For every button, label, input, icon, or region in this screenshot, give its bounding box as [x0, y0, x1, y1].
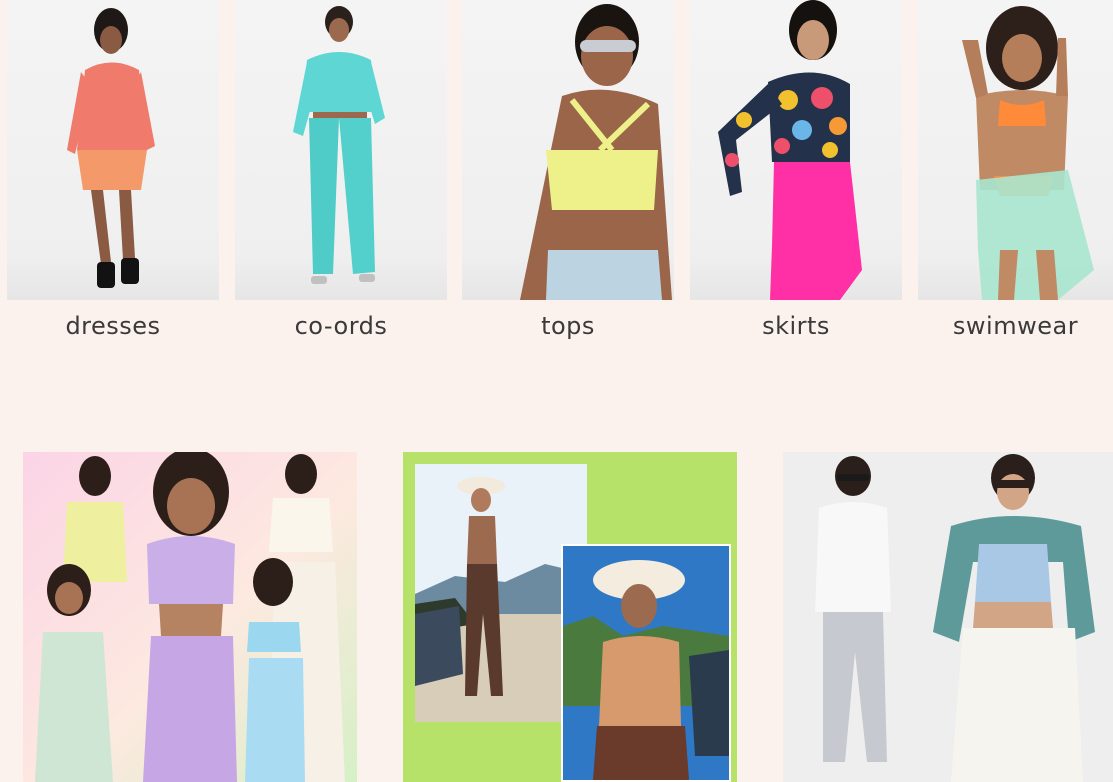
category-label-tops[interactable]: tops — [462, 312, 674, 340]
dresses-image[interactable] — [7, 0, 219, 300]
co-ords-image[interactable] — [235, 0, 447, 300]
category-row: dresses co-ords tops skirts swimwear — [0, 0, 1113, 360]
collage-photo-front — [561, 544, 731, 782]
category-label-co-ords[interactable]: co-ords — [235, 312, 447, 340]
category-card-dresses[interactable]: dresses — [7, 0, 219, 340]
category-card-co-ords[interactable]: co-ords — [235, 0, 447, 340]
promo-image-desert-collage[interactable] — [403, 452, 737, 782]
category-label-dresses[interactable]: dresses — [7, 312, 219, 340]
promo-image-pastel-group[interactable] — [23, 452, 357, 782]
category-card-swimwear[interactable]: swimwear — [918, 0, 1113, 340]
promo-image-neutral-duo[interactable] — [783, 452, 1113, 782]
category-card-skirts[interactable]: skirts — [690, 0, 902, 340]
category-label-skirts[interactable]: skirts — [690, 312, 902, 340]
category-card-tops[interactable]: tops — [462, 0, 674, 340]
category-label-swimwear[interactable]: swimwear — [918, 312, 1113, 340]
skirts-image[interactable] — [690, 0, 902, 300]
swimwear-image[interactable] — [918, 0, 1113, 300]
tops-image[interactable] — [462, 0, 674, 300]
